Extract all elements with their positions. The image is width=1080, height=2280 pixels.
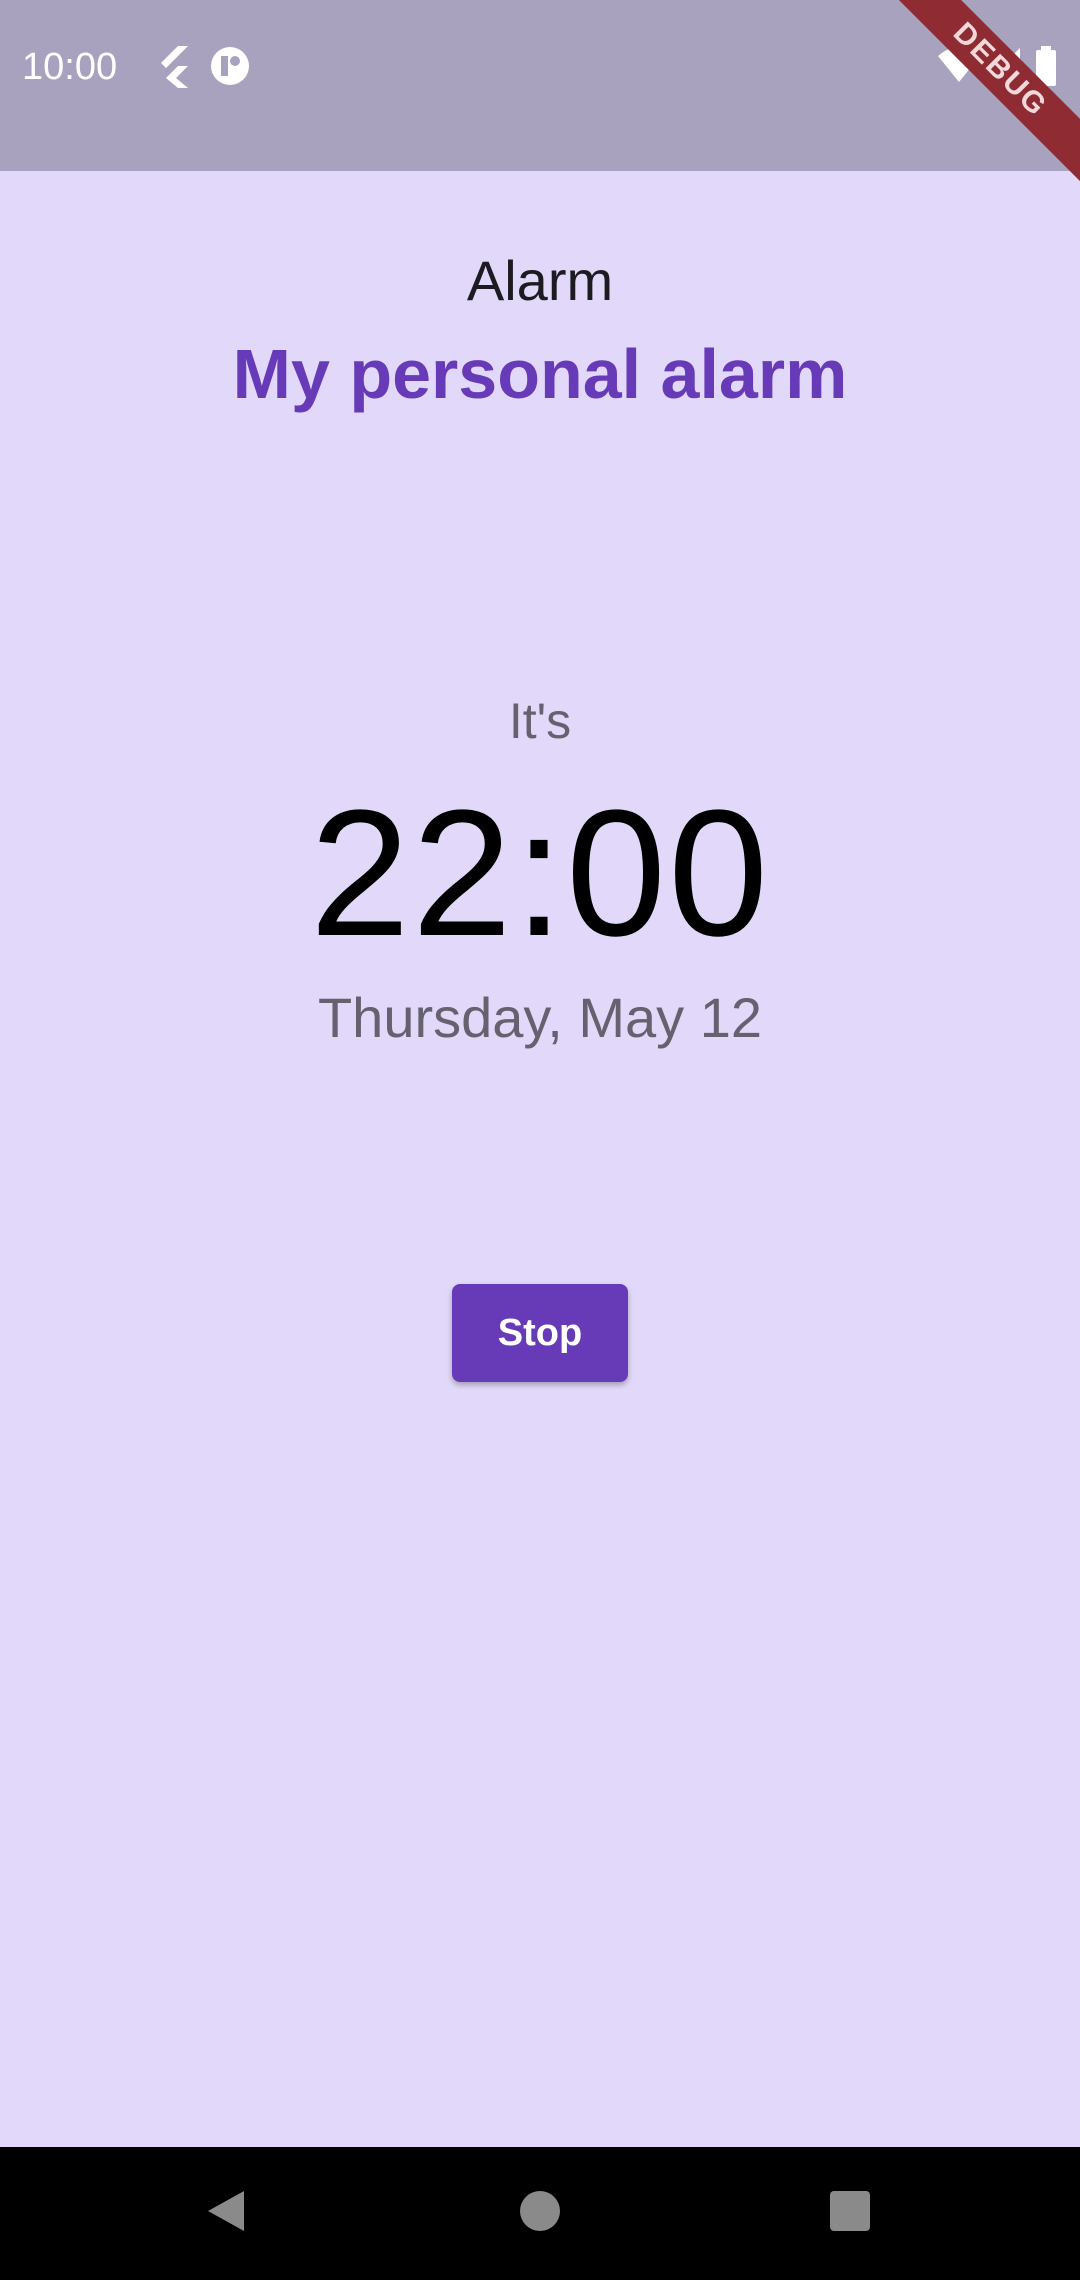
recents-button[interactable] xyxy=(770,2147,930,2280)
stop-button[interactable]: Stop xyxy=(452,1284,628,1382)
home-icon xyxy=(518,2189,562,2238)
flutter-icon xyxy=(152,44,196,88)
app-notification-icon xyxy=(208,44,252,88)
status-time: 10:00 xyxy=(22,46,118,88)
alarm-date: Thursday, May 12 xyxy=(317,986,763,1049)
home-button[interactable] xyxy=(460,2147,620,2280)
back-button[interactable] xyxy=(146,2147,306,2280)
page-subtitle: My personal alarm xyxy=(232,335,848,413)
page-title: Alarm xyxy=(466,249,614,312)
alarm-time: 22:00 xyxy=(309,773,771,974)
navigation-bar xyxy=(0,2147,1080,2280)
time-prefix-label: It's xyxy=(508,693,572,749)
recents-icon xyxy=(828,2189,872,2238)
status-bar: 10:00 DEBUG xyxy=(0,0,1080,192)
alarm-screen: 10:00 DEBUG Alarm My personal alarm It's… xyxy=(0,0,1080,2280)
debug-banner: DEBUG xyxy=(878,0,1080,192)
back-icon xyxy=(204,2187,248,2240)
